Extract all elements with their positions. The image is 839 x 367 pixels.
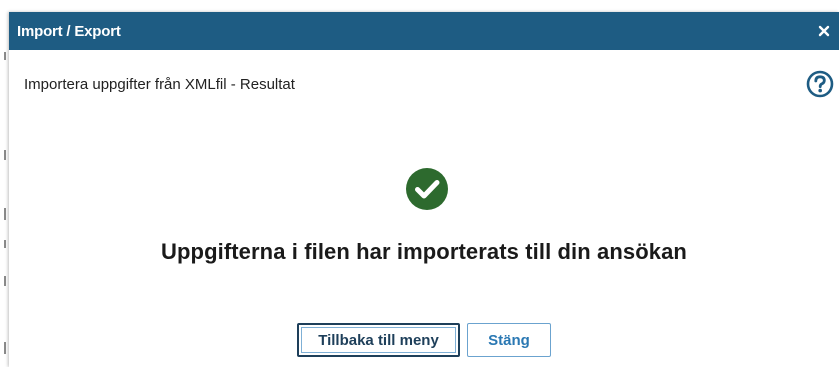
close-icon[interactable] (815, 22, 833, 40)
check-circle-icon (405, 167, 449, 211)
background-fragment (4, 276, 6, 286)
dialog-title: Import / Export (17, 22, 121, 40)
screen: Import / Export Importera uppgifter från… (0, 0, 839, 367)
close-button[interactable]: Stäng (467, 323, 551, 357)
dialog-titlebar[interactable]: Import / Export (9, 12, 839, 50)
background-fragment (4, 342, 6, 354)
import-result-message: Uppgifterna i filen har importerats till… (161, 239, 687, 264)
success-icon-glyph (406, 168, 448, 210)
background-fragment (4, 150, 6, 160)
close-icon-glyph (818, 25, 830, 37)
background-page (0, 0, 9, 367)
help-icon-glyph (806, 70, 834, 98)
back-to-menu-button[interactable]: Tillbaka till meny (297, 323, 460, 357)
dialog-subheader: Importera uppgifter från XMLfil - Result… (24, 76, 295, 93)
question-circle-icon[interactable] (805, 69, 835, 99)
import-export-dialog: Import / Export Importera uppgifter från… (9, 12, 839, 367)
background-fragment (4, 208, 6, 220)
background-fragment (4, 52, 6, 60)
background-fragment (4, 240, 6, 248)
